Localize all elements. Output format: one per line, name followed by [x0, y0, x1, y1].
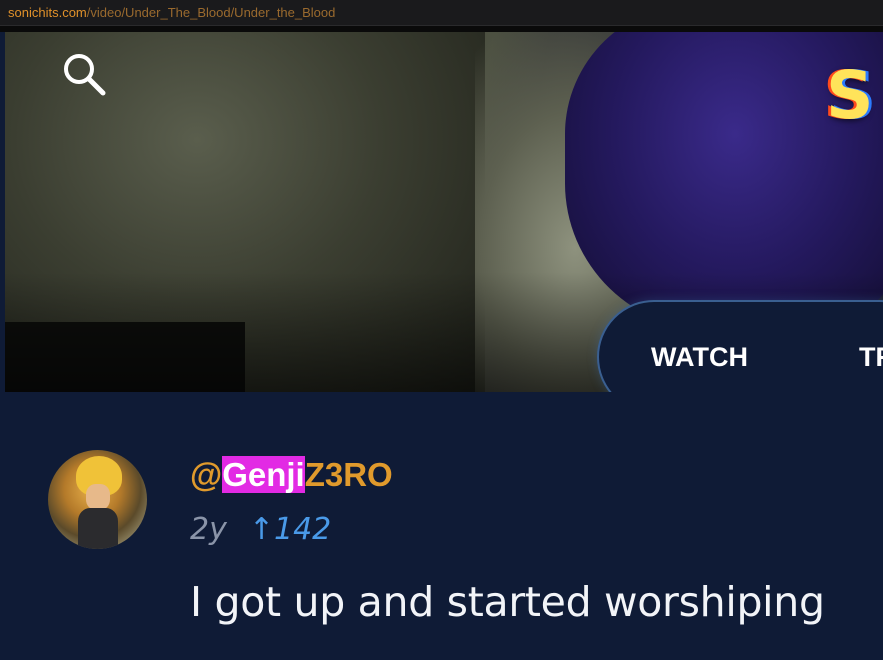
avatar-body	[78, 508, 118, 549]
upvote-count[interactable]: ↑142	[249, 512, 331, 547]
nav-watch[interactable]: WATCH	[651, 342, 748, 373]
url-path: /video/Under_The_Blood/Under_the_Blood	[86, 5, 336, 20]
url-domain: sonichits.com	[8, 5, 87, 20]
avatar[interactable]	[48, 450, 147, 549]
search-button[interactable]	[58, 48, 110, 100]
address-bar[interactable]: sonichits.com/video/Under_The_Blood/Unde…	[0, 0, 883, 26]
site-logo[interactable]: S	[826, 56, 883, 146]
avatar-face	[86, 484, 110, 510]
page: sonichits.com/video/Under_The_Blood/Unde…	[0, 0, 883, 660]
comment-meta: 2y ↑142	[190, 512, 331, 547]
comment-text: I got up and started worshiping	[190, 578, 825, 626]
comment-username[interactable]: @GenjiZ3RO	[190, 456, 393, 494]
comment-age: 2y	[190, 512, 227, 547]
nav-item-partial[interactable]: TR	[859, 342, 883, 373]
username-prefix: @	[190, 456, 223, 493]
search-icon	[64, 54, 106, 96]
comment-card: @GenjiZ3RO 2y ↑142 I got up and started w…	[0, 392, 883, 660]
username-rest: Z3RO	[304, 456, 393, 493]
username-search-highlight: Genji	[222, 456, 305, 493]
